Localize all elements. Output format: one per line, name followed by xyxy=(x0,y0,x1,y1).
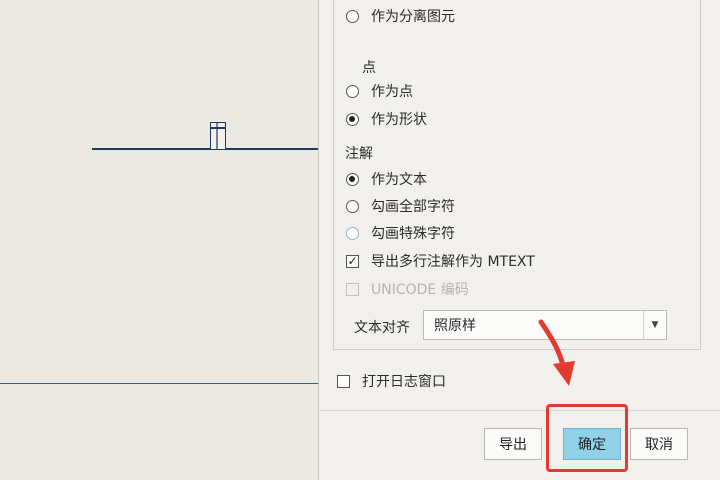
radio-icon[interactable] xyxy=(346,172,359,186)
checkbox-export-mtext[interactable]: ✓ 导出多行注解作为 MTEXT xyxy=(346,251,535,271)
radio-icon[interactable] xyxy=(346,112,359,126)
text-align-label: 文本对齐 xyxy=(354,320,410,336)
radio-as-text[interactable]: 作为文本 xyxy=(346,169,427,189)
annotation-heading: 注解 xyxy=(345,146,373,162)
radio-icon[interactable] xyxy=(346,226,359,240)
radio-as-point-label: 作为点 xyxy=(371,84,413,100)
radio-separate-entity[interactable]: 作为分离图元 xyxy=(346,6,455,26)
cancel-button[interactable]: 取消 xyxy=(630,428,688,460)
points-heading: 点 xyxy=(362,60,376,76)
checkbox-open-log-label: 打开日志窗口 xyxy=(362,374,446,390)
cad-canvas[interactable] xyxy=(0,0,318,480)
chevron-down-icon[interactable]: ▼ xyxy=(643,311,666,339)
geometry-part xyxy=(210,122,226,149)
radio-icon[interactable] xyxy=(346,84,359,98)
radio-as-shape[interactable]: 作为形状 xyxy=(346,109,427,129)
radio-as-text-label: 作为文本 xyxy=(371,172,427,188)
text-align-value: 照原样 xyxy=(434,318,476,334)
annotation-highlight-box xyxy=(546,404,628,472)
checkbox-unicode-label: UNICODE 编码 xyxy=(371,282,469,298)
checkbox-open-log[interactable]: 打开日志窗口 xyxy=(337,371,446,391)
radio-as-shape-label: 作为形状 xyxy=(371,112,427,128)
sketch-baseline xyxy=(0,383,318,384)
checkmark-icon[interactable]: ✓ xyxy=(346,254,359,268)
radio-icon[interactable] xyxy=(346,199,359,213)
radio-icon[interactable] xyxy=(346,9,359,23)
checkbox-unicode: UNICODE 编码 xyxy=(346,279,469,299)
radio-separate-entity-label: 作为分离图元 xyxy=(371,9,455,25)
radio-outline-special[interactable]: 勾画特殊字符 xyxy=(346,223,455,243)
radio-outline-all-label: 勾画全部字符 xyxy=(371,199,455,215)
geometry-line xyxy=(92,148,318,150)
radio-outline-special-label: 勾画特殊字符 xyxy=(371,226,455,242)
footer-separator xyxy=(318,410,720,411)
checkbox-icon[interactable] xyxy=(337,374,350,388)
text-align-select[interactable]: 照原样 ▼ xyxy=(423,310,667,340)
radio-outline-all[interactable]: 勾画全部字符 xyxy=(346,196,455,216)
radio-as-point[interactable]: 作为点 xyxy=(346,81,413,101)
checkbox-export-mtext-label: 导出多行注解作为 MTEXT xyxy=(371,254,535,270)
checkbox-icon xyxy=(346,282,359,296)
export-button[interactable]: 导出 xyxy=(484,428,542,460)
